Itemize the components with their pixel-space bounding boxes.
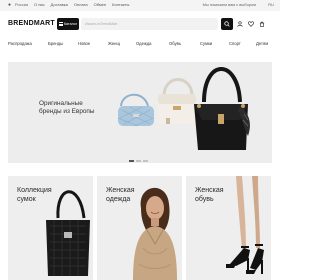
search-button[interactable] <box>221 18 233 30</box>
nav-item-clothing[interactable]: Одежда <box>136 41 151 46</box>
location-selector[interactable]: ● Россия <box>8 2 28 8</box>
carousel-dot[interactable] <box>136 160 141 162</box>
heart-icon[interactable] <box>248 21 254 27</box>
hero-banner[interactable]: Оригинальные бренды из Европы <box>8 62 272 163</box>
category-card-women-clothing[interactable]: Женская одежда <box>97 176 182 280</box>
nav-item-women[interactable]: Женщ <box>108 41 120 46</box>
top-link-contacts[interactable]: Контакты <box>112 2 129 8</box>
search-icon <box>224 21 230 27</box>
catalog-button-label: Каталог <box>63 22 78 26</box>
location-label: Россия <box>15 2 29 7</box>
catalog-button[interactable]: Каталог <box>57 18 79 30</box>
carousel-dot[interactable] <box>143 160 148 162</box>
bag-collection-image <box>46 190 90 276</box>
top-utility-bar: ● Россия О нас Доставка Оплата Обмен Кон… <box>0 0 280 11</box>
nav-item-kids[interactable]: Детям <box>256 41 268 46</box>
top-links: О нас Доставка Оплата Обмен Контакты <box>34 2 129 8</box>
hero-headline-line2: бренды из Европы <box>39 108 95 115</box>
nav-item-sale[interactable]: Распродажа <box>8 41 32 46</box>
top-link-delivery[interactable]: Доставка <box>51 2 68 8</box>
logo[interactable]: BRENDMART <box>8 20 55 27</box>
search-placeholder: Искать в BrendMart <box>85 22 118 26</box>
site-header: BRENDMART Каталог Искать в BrendMart <box>0 11 280 37</box>
carousel-dot[interactable] <box>129 160 134 162</box>
nav-item-shoes[interactable]: Обувь <box>169 41 181 46</box>
user-icon[interactable] <box>237 21 243 27</box>
top-link-payment[interactable]: Оплата <box>74 2 88 8</box>
hero-bags-image <box>118 67 250 150</box>
nav-item-brands[interactable]: Бренды <box>48 41 63 46</box>
category-card-women-shoes[interactable]: Женская обувь <box>186 176 271 280</box>
search-input[interactable]: Искать в BrendMart <box>81 18 218 30</box>
top-link-exchange[interactable]: Обмен <box>94 2 107 8</box>
menu-icon <box>58 22 63 26</box>
category-nav: Распродажа Бренды Новое Женщ Одежда Обув… <box>0 39 280 49</box>
hero-headline-line1: Оригинальные <box>39 100 83 107</box>
help-hint[interactable]: Мы поможем вам с выбором <box>203 2 256 8</box>
top-link-about[interactable]: О нас <box>34 2 45 8</box>
nav-item-new[interactable]: Новое <box>78 41 90 46</box>
location-pin-icon: ● <box>8 2 12 8</box>
cart-icon[interactable] <box>259 21 265 27</box>
language-selector[interactable]: RU <box>268 2 274 8</box>
hero-headline: Оригинальные бренды из Европы <box>39 100 95 116</box>
women-shoes-image <box>226 176 264 274</box>
women-clothing-image <box>133 187 177 280</box>
carousel-indicators <box>129 160 148 162</box>
category-card-bags[interactable]: Коллекция сумок <box>8 176 93 280</box>
nav-item-sport[interactable]: Спорт <box>229 41 241 46</box>
nav-item-bags[interactable]: Сумки <box>200 41 212 46</box>
header-actions <box>237 21 265 27</box>
